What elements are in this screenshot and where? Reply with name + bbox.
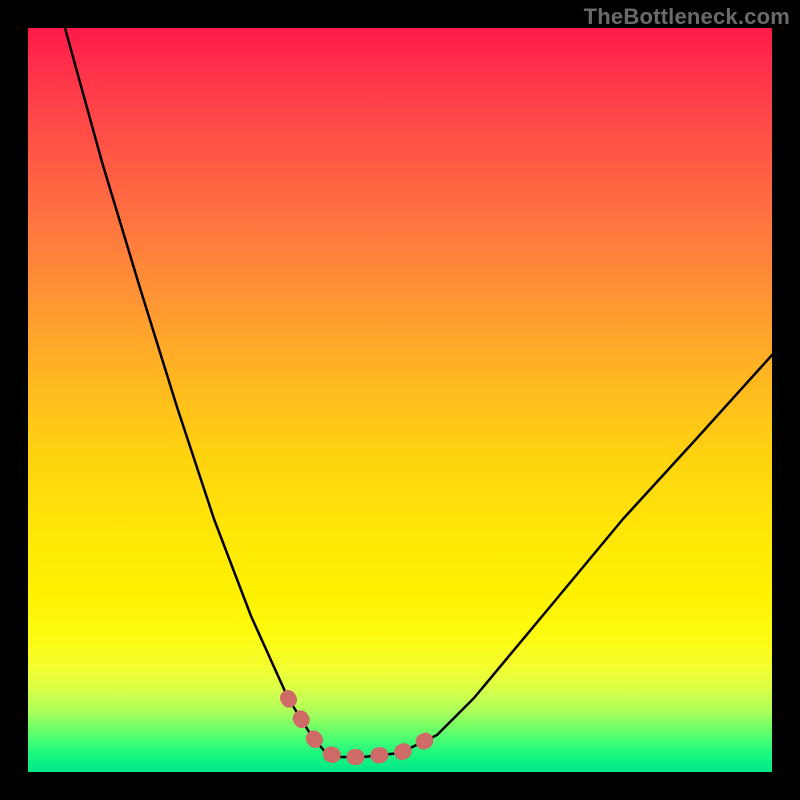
- plot-area: [28, 28, 772, 772]
- optimal-range-highlight: [288, 698, 437, 757]
- watermark-text: TheBottleneck.com: [584, 4, 790, 30]
- curve-svg: [28, 28, 772, 772]
- chart-frame: TheBottleneck.com: [0, 0, 800, 800]
- bottleneck-curve: [65, 28, 772, 757]
